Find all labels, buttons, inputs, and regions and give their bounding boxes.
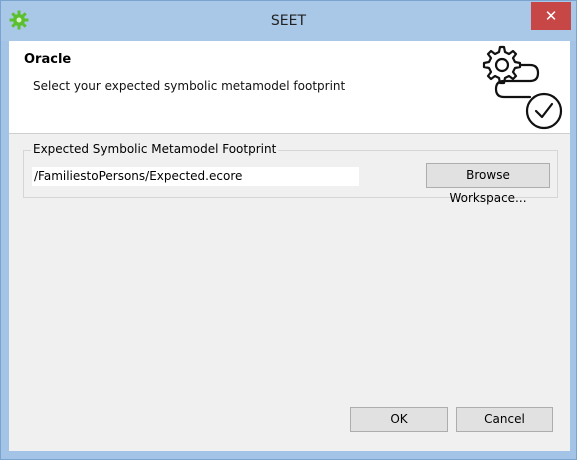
page-title: Oracle: [24, 52, 72, 67]
ok-button[interactable]: OK: [350, 407, 448, 432]
footprint-group: Expected Symbolic Metamodel Footprint /F…: [23, 142, 558, 205]
group-legend: Expected Symbolic Metamodel Footprint: [31, 142, 279, 156]
cancel-button[interactable]: Cancel: [456, 407, 553, 432]
window-title: SEET: [270, 13, 307, 29]
dialog-window: SEET ✕ Oracle Select your expected symbo…: [0, 0, 577, 460]
footprint-path-field[interactable]: /FamiliestoPersons/Expected.ecore: [32, 167, 359, 186]
gear-check-icon: [482, 45, 563, 130]
title-bar[interactable]: SEET ✕: [1, 1, 576, 41]
close-button[interactable]: ✕: [531, 2, 571, 30]
page-description: Select your expected symbolic metamodel …: [33, 79, 346, 93]
wizard-header: Oracle Select your expected symbolic met…: [9, 41, 570, 134]
wizard-content: Expected Symbolic Metamodel Footprint /F…: [9, 134, 570, 451]
browse-workspace-button[interactable]: Browse Workspace...: [426, 163, 550, 205]
